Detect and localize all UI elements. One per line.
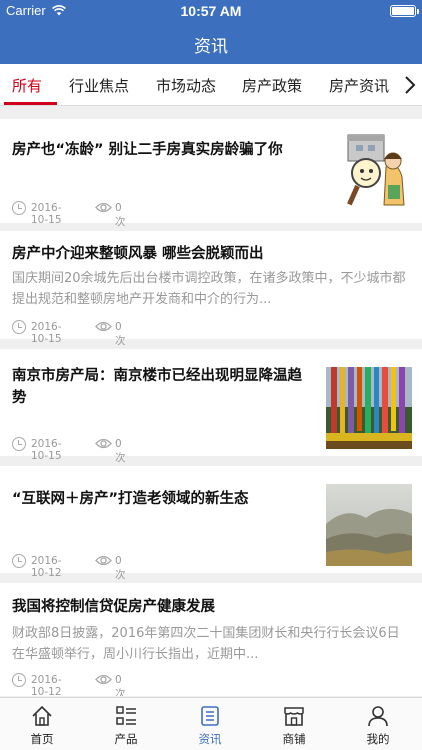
article-views: 0次 (115, 555, 126, 581)
store-icon (284, 707, 304, 726)
list-icon (116, 706, 136, 725)
tab-housing-policy[interactable]: 房产政策 (242, 75, 302, 96)
eye-icon (95, 202, 112, 213)
article-views: 0次 (115, 438, 126, 464)
article-summary: 国庆期间20余城先后出台楼市调控政策，在诸多政策中，不少城市都提出规范和整顿房地… (12, 271, 406, 307)
category-tabs: 所有 行业焦点 市场动态 房产政策 房产资讯 (0, 64, 422, 106)
clock-icon (12, 673, 26, 687)
news-card[interactable]: 房产中介迎来整顿风暴 哪些会脱颖而出 国庆期间20余城先后出台楼市调控政策，在诸… (0, 231, 422, 347)
eye-icon (95, 438, 112, 449)
page-title: 资讯 (194, 37, 228, 57)
tab-industry-focus[interactable]: 行业焦点 (69, 75, 129, 96)
status-bar: Carrier 10:57 AM (0, 0, 422, 22)
article-thumbnail (326, 131, 412, 213)
active-tab-indicator (4, 102, 57, 105)
article-views: 0次 (115, 674, 126, 696)
bottom-nav-label: 首页 (30, 732, 54, 746)
news-card[interactable]: 我国将控制信贷促房产健康发展 财政部8日披露，2016年第四次二十国集团财长和央… (0, 583, 422, 696)
eye-icon (95, 555, 112, 566)
eye-icon (95, 674, 112, 685)
news-icon (201, 706, 219, 726)
user-icon (368, 706, 388, 727)
bottom-nav-label: 资讯 (198, 732, 222, 746)
nav-bar: 资讯 (0, 22, 422, 64)
tabs-scroll-button[interactable] (398, 64, 422, 105)
article-title: 我国将控制信贷促房产健康发展 (12, 599, 215, 615)
clock-icon (12, 437, 26, 451)
article-thumbnail (326, 484, 412, 566)
battery-icon (390, 5, 419, 17)
news-card[interactable]: 南京市房产局：南京楼市已经出现明显降温趋势 2016-10-15 0次 (0, 349, 422, 464)
article-title: “互联网＋房产”打造老领域的新生态 (12, 491, 249, 507)
article-date: 2016-10-15 (31, 321, 62, 345)
article-title: 房产也“冻龄” 别让二手房真实房龄骗了你 (12, 142, 283, 158)
article-date: 2016-10-12 (31, 555, 62, 579)
news-card[interactable]: “互联网＋房产”打造老领域的新生态 2016-10-12 0次 (0, 466, 422, 581)
article-date: 2016-10-15 (31, 202, 62, 226)
bottom-nav-label: 产品 (114, 732, 138, 746)
tab-all[interactable]: 所有 (12, 75, 42, 96)
clock-icon (12, 201, 26, 215)
bottom-tab-bar: 首页 产品 资讯 商铺 我的 (0, 697, 422, 750)
news-card[interactable]: 房产也“冻龄” 别让二手房真实房龄骗了你 2016-10-15 0次 (0, 119, 422, 228)
bottom-nav-label: 我的 (366, 732, 390, 746)
article-title: 南京市房产局：南京楼市已经出现明显降温趋势 (12, 368, 302, 406)
tab-market-trends[interactable]: 市场动态 (156, 75, 216, 96)
bottom-nav-label: 商铺 (282, 732, 306, 746)
home-icon (32, 705, 52, 726)
article-summary: 财政部8日披露，2016年第四次二十国集团财长和央行行长会议6日在华盛顿举行，周… (12, 626, 400, 662)
clock-icon (12, 320, 26, 334)
bottom-nav-store[interactable]: 商铺 (252, 698, 336, 750)
bottom-nav-profile[interactable]: 我的 (336, 698, 420, 750)
bottom-nav-home[interactable]: 首页 (0, 698, 84, 750)
tab-housing-news[interactable]: 房产资讯 (329, 75, 389, 96)
news-feed[interactable]: 房产也“冻龄” 别让二手房真实房龄骗了你 2016-10-15 0次 房产中介迎… (0, 106, 422, 696)
eye-icon (95, 321, 112, 332)
article-date: 2016-10-15 (31, 438, 62, 462)
article-views: 0次 (115, 321, 126, 347)
chevron-right-icon (405, 76, 416, 94)
article-date: 2016-10-12 (31, 674, 62, 696)
article-title: 房产中介迎来整顿风暴 哪些会脱颖而出 (12, 246, 264, 262)
clock-icon (12, 554, 26, 568)
article-views: 0次 (115, 202, 126, 228)
bottom-nav-news[interactable]: 资讯 (168, 698, 252, 750)
bottom-nav-products[interactable]: 产品 (84, 698, 168, 750)
clock-time: 10:57 AM (180, 3, 242, 19)
article-thumbnail (326, 367, 412, 449)
